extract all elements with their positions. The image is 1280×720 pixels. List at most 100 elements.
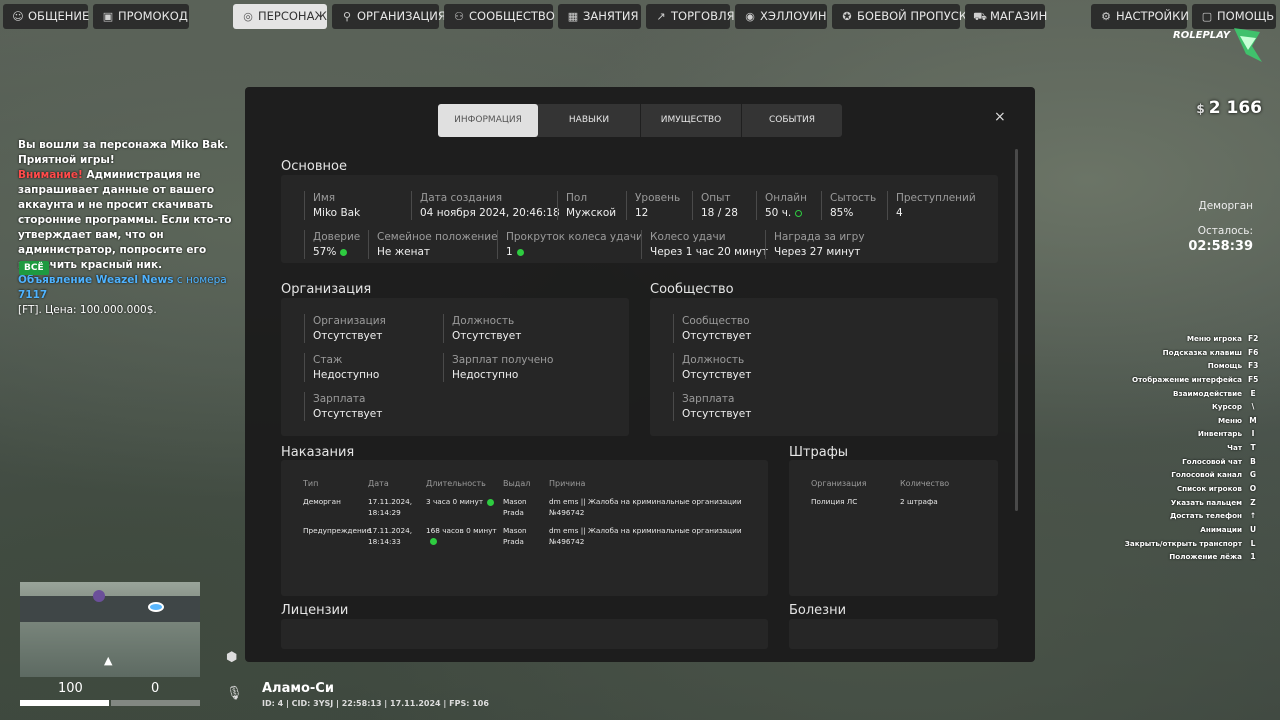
nav-battlepass-button[interactable]: ✪ БОЕВОЙ ПРОПУСК — [832, 4, 967, 29]
hotkey-row: Указать пальцем Z — [1170, 497, 1256, 507]
hotkey-row: Отображение интерфейса F5 — [1132, 374, 1259, 384]
person-icon: ◎ — [243, 10, 253, 23]
ticket-icon: ▣ — [102, 10, 114, 23]
status-dot-icon — [487, 498, 495, 506]
character-tabs: ИНФОРМАЦИЯ НАВЫКИ ИМУЩЕСТВО СОБЫТИЯ — [438, 104, 842, 137]
hotkey-row: Положение лёжа 1 — [1169, 552, 1256, 562]
community-card: Сообщество Отсутствует Должность Отсутству… — [650, 298, 998, 436]
field-community: Сообщество Отсутствует — [673, 314, 751, 343]
session-info: ID: 4 | CID: 3YSJ | 22:58:13 | 17.11.202… — [262, 699, 489, 708]
organization-card: Организация Отсутствует Должность Отсутств… — [281, 298, 629, 436]
hotkey-row: Чат T — [1227, 443, 1256, 453]
section-title-fines: Штрафы — [789, 445, 849, 460]
nav-promocode-button[interactable]: ▣ ПРОМОКОД — [93, 4, 189, 29]
table-cell: 17.11.2024, 18:14:29 — [368, 497, 413, 517]
settings-icon: ⚙ — [1101, 10, 1111, 23]
health-value: 100 — [58, 681, 83, 696]
minimap-blip-icon — [93, 590, 105, 602]
community-icon: ⚇ — [454, 10, 464, 23]
hotkey-row: Подсказка клавиш F6 — [1162, 347, 1259, 357]
hotkey-row: Помощь F3 — [1207, 361, 1259, 371]
nav-chat-button[interactable]: ☺ ОБЩЕНИЕ — [3, 4, 89, 29]
chat-message-news-text: [FT]. Цена: 100.000.000$. — [18, 304, 157, 316]
status-dot-icon — [430, 538, 437, 545]
field-gender: Пол Мужской — [557, 191, 616, 220]
character-modal: ИНФОРМАЦИЯ НАВЫКИ ИМУЩЕСТВО СОБЫТИЯ × Ос… — [245, 87, 1035, 662]
jail-remaining-label: Осталось: — [1197, 225, 1253, 237]
hotkey-row: Закрыть/открыть транспорт L — [1124, 538, 1256, 548]
tab-events[interactable]: СОБЫТИЯ — [742, 104, 842, 137]
trade-chart-icon: ↗ — [656, 10, 666, 23]
hotkey-row: Взаимодействие E — [1173, 388, 1256, 398]
table-cell: Деморган — [303, 497, 341, 506]
nav-organization-button[interactable]: ⚲ ОРГАНИЗАЦИЯ — [332, 4, 446, 29]
minimap-road — [20, 596, 200, 622]
hotkey-row: Голосовой канал G — [1171, 470, 1257, 480]
table-cell: Mason Prada — [503, 526, 527, 546]
chat-bubble-icon: ☺ — [12, 10, 24, 23]
field-trust: Доверие 57% — [304, 230, 360, 259]
section-title-diseases: Болезни — [789, 603, 847, 618]
hotkey-row: Меню M — [1218, 415, 1257, 425]
column-header: Дата — [368, 479, 389, 488]
field-wheel-spins: Прокруток колеса удачи 1 — [497, 230, 643, 259]
table-cell: 17.11.2024, 18:14:33 — [368, 526, 413, 546]
field-crimes: Преступлений 4 — [887, 191, 976, 220]
hotkey-row: Достать телефон ↑ — [1169, 511, 1257, 521]
nav-activities-button[interactable]: ▦ ЗАНЯТИЯ — [558, 4, 641, 29]
cart-icon: ⛟ — [973, 10, 987, 23]
location-name: Аламо-Си — [262, 681, 334, 696]
column-header: Количество — [900, 479, 950, 488]
status-dot-icon — [516, 248, 524, 256]
organization-icon: ⚲ — [342, 10, 352, 23]
hotkey-row: Курсор \ — [1211, 402, 1255, 412]
nav-shop-button[interactable]: ⛟ МАГАЗИН — [965, 4, 1047, 29]
tab-skills[interactable]: НАВЫКИ — [539, 104, 639, 137]
chat-all-filter-button[interactable]: ВСЁ — [19, 261, 49, 275]
hotkey-row: Голосовой чат B — [1182, 456, 1256, 466]
section-title-licenses: Лицензии — [281, 603, 349, 618]
nav-settings-button[interactable]: ⚙ НАСТРОЙКИ — [1091, 4, 1189, 29]
field-community-salary: Зарплата Отсутствует — [673, 392, 751, 421]
pumpkin-icon: ◉ — [745, 10, 755, 23]
column-header: Выдал — [503, 479, 531, 488]
armor-bar — [111, 700, 200, 706]
licenses-card — [281, 619, 768, 649]
table-cell: 3 часа 0 минут — [426, 497, 501, 508]
nav-character-button[interactable]: ◎ ПЕРСОНАЖ — [233, 4, 327, 29]
field-org-salaries-received: Зарплат получено Недоступно — [443, 353, 553, 382]
table-cell: Полиция ЛС — [811, 497, 858, 506]
fines-card: Организация Количество Полиция ЛС 2 штра… — [789, 460, 998, 596]
tab-property[interactable]: ИМУЩЕСТВО — [641, 104, 741, 137]
server-logo-icon — [1234, 28, 1262, 62]
diseases-card — [789, 619, 998, 649]
field-org-position: Должность Отсутствует — [443, 314, 521, 343]
section-title-basic: Основное — [281, 159, 347, 174]
help-icon: ▢ — [1201, 10, 1213, 23]
column-header: Длительность — [426, 479, 486, 488]
microphone-icon: 🎙 — [226, 686, 243, 701]
punishments-card: Тип Дата Длительность Выдал Причина Демо… — [281, 460, 768, 596]
field-community-position: Должность Отсутствует — [673, 353, 751, 382]
section-title-punishments: Наказания — [281, 445, 355, 460]
nav-community-button[interactable]: ⚇ СООБЩЕСТВО — [444, 4, 555, 29]
field-level: Уровень 12 — [626, 191, 680, 220]
minimap-player-icon — [148, 602, 164, 612]
health-bar — [20, 700, 109, 706]
field-exp: Опыт 18 / 28 — [692, 191, 738, 220]
section-title-community: Сообщество — [650, 282, 734, 297]
nav-halloween-button[interactable]: ◉ ХЭЛЛОУИН — [735, 4, 827, 29]
table-cell: Mason Prada — [503, 497, 527, 517]
hotkey-row: Анимации U — [1200, 524, 1257, 534]
field-org-salary: Зарплата Отсутствует — [304, 392, 382, 421]
close-icon[interactable]: × — [994, 109, 1006, 125]
info-icon[interactable] — [795, 209, 803, 217]
scrollbar[interactable] — [1015, 149, 1018, 511]
tab-info[interactable]: ИНФОРМАЦИЯ — [438, 104, 538, 137]
status-dot-icon — [340, 248, 348, 256]
location-pin-icon: ⬢ — [226, 650, 238, 665]
chat-message-news: Объявление Weazel News с номера 7117 — [18, 274, 227, 301]
chat-message-login: Вы вошли за персонажа Miko Bak. Приятной… — [18, 139, 229, 166]
chat-message-warning: Внимание! Администрация не запрашивает д… — [18, 169, 232, 271]
nav-trade-button[interactable]: ↗ ТОРГОВЛЯ — [646, 4, 735, 29]
